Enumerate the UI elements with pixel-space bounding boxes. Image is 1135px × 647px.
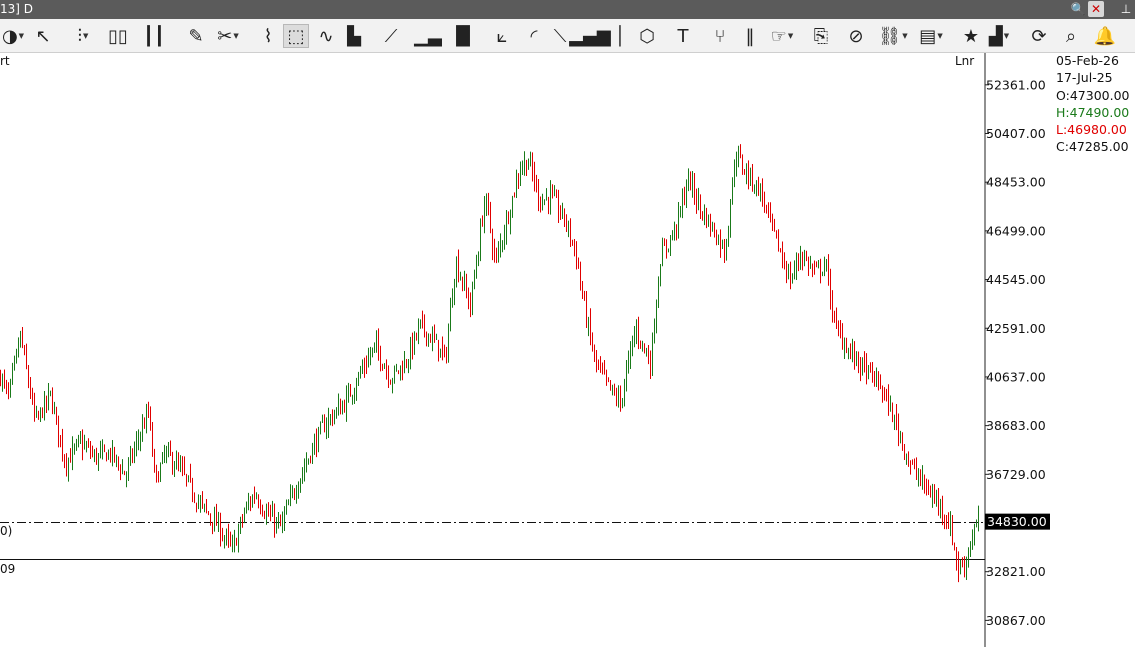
- y-tick-label: 46499.00: [986, 223, 1046, 238]
- measure-icon: ⟍: [553, 25, 567, 47]
- arc-icon: ◜: [530, 25, 538, 47]
- script-icon: ⎘: [813, 25, 829, 47]
- bars-icon: ▯▯: [108, 25, 128, 47]
- y-tick-label: 42591.00: [986, 321, 1046, 336]
- y-tick-label: 32821.00: [986, 564, 1046, 579]
- dropdown-caret-icon[interactable]: ▼: [937, 32, 942, 40]
- dropdown-caret-icon[interactable]: ▼: [83, 32, 88, 40]
- dropdown-caret-icon[interactable]: ▼: [902, 32, 907, 40]
- bar-chart-button[interactable]: ⫶ ▼: [70, 24, 96, 48]
- dropdown-caret-icon[interactable]: ▼: [19, 32, 24, 40]
- candle-button[interactable]: ┃┃: [141, 24, 167, 48]
- erase-button[interactable]: ⌇: [255, 24, 281, 48]
- volume-button[interactable]: ▁▃: [414, 24, 442, 48]
- ruler-icon: ✎: [188, 25, 204, 47]
- hand-button[interactable]: ☞ ▼: [769, 24, 795, 48]
- layout-icon: ▟: [988, 25, 1003, 47]
- cube-icon: ⬡: [639, 25, 655, 47]
- link-icon: ⛓: [878, 25, 902, 47]
- sync-button[interactable]: ⟳: [1026, 24, 1052, 48]
- fan-button[interactable]: ⟀: [489, 24, 515, 48]
- heikin-icon: ▐▌: [449, 25, 477, 47]
- y-tick-label: 52361.00: [986, 77, 1046, 92]
- fork-icon: ⑂: [714, 25, 726, 47]
- columns-button[interactable]: ‖: [737, 24, 763, 48]
- price-chart[interactable]: 52361.00 50407.00 48453.00 46499.00 44545.00…: [0, 53, 1135, 647]
- alert-icon: 🔔: [1093, 25, 1117, 47]
- dropdown-caret-icon[interactable]: ▼: [1004, 32, 1009, 40]
- bars-button[interactable]: ▯▯: [105, 24, 131, 48]
- y-tick-label: 36729.00: [986, 467, 1046, 482]
- histogram-button[interactable]: ▙: [341, 24, 367, 48]
- signal-button[interactable]: ▂▄▆: [569, 24, 611, 48]
- star-icon: ★: [962, 25, 980, 47]
- pin-icon[interactable]: ⊥: [1118, 1, 1134, 17]
- alert-button[interactable]: 🔔: [1092, 24, 1118, 48]
- y-tick-label: 44545.00: [986, 272, 1046, 287]
- crop-button[interactable]: ⬚: [283, 24, 309, 48]
- line-button[interactable]: ⟋: [378, 24, 404, 48]
- cursor-icon: ↖: [35, 25, 51, 47]
- link-button[interactable]: ⛓ ▼: [878, 24, 907, 48]
- columns-icon: ‖: [745, 25, 755, 47]
- erase-icon: ⌇: [263, 25, 273, 47]
- volume-icon: ▁▃: [414, 25, 442, 47]
- ruler-button[interactable]: ✎: [183, 24, 209, 48]
- cursor-button[interactable]: ↖: [30, 24, 56, 48]
- fork-button[interactable]: ⑂: [707, 24, 733, 48]
- y-tick-label: 40637.00: [986, 369, 1046, 384]
- book-button[interactable]: ▤ ▼: [918, 24, 944, 48]
- window-title: 13] D: [0, 2, 34, 16]
- layout-button[interactable]: ▟ ▼: [986, 24, 1012, 48]
- close-icon[interactable]: ✕: [1088, 1, 1104, 17]
- zoom-icon: ⌕: [1065, 25, 1077, 47]
- heikin-button[interactable]: ▐▌: [449, 24, 477, 48]
- remove-icon: ⊘: [848, 25, 864, 47]
- star-button[interactable]: ★: [958, 24, 984, 48]
- trend-icon: ∿: [318, 25, 334, 47]
- dropdown-caret-icon[interactable]: ▼: [233, 32, 238, 40]
- histogram-icon: ▙: [347, 25, 361, 47]
- trend-button[interactable]: ∿: [313, 24, 339, 48]
- cube-button[interactable]: ⬡: [634, 24, 660, 48]
- sync-icon: ⟳: [1031, 25, 1047, 47]
- book-icon: ▤: [919, 25, 937, 47]
- scissors-icon: ✂: [217, 25, 233, 47]
- chart-menu-button[interactable]: ◑ ▼: [0, 24, 26, 48]
- script-button[interactable]: ⎘: [808, 24, 834, 48]
- y-tick-label: 48453.00: [986, 175, 1046, 190]
- hand-icon: ☞: [770, 25, 787, 47]
- scissors-button[interactable]: ✂ ▼: [215, 24, 241, 48]
- bar-chart-icon: ⫶: [77, 25, 83, 47]
- cursor-line-icon: │: [614, 25, 626, 47]
- search-icon[interactable]: 🔍: [1070, 1, 1086, 17]
- fan-icon: ⟀: [496, 25, 508, 47]
- crop-icon: ⬚: [287, 25, 305, 47]
- signal-icon: ▂▄▆: [569, 25, 611, 47]
- chart-menu-icon: ◑: [1, 25, 18, 47]
- text-button[interactable]: T: [670, 24, 696, 48]
- remove-button[interactable]: ⊘: [843, 24, 869, 48]
- y-tick-label: 38683.00: [986, 418, 1046, 433]
- zoom-button[interactable]: ⌕: [1058, 24, 1084, 48]
- cursor-line-button[interactable]: │: [607, 24, 633, 48]
- arc-button[interactable]: ◜: [521, 24, 547, 48]
- toolbar: ◑ ▼ ↖ ⫶ ▼ ▯▯ ┃┃ ✎ ✂ ▼ ⌇ ⬚ ∿ ▙ ⟋ ▁▃ ▐▌ ⟀ ◜ ⟍ ▂▄▆ │ ⬡ T ⑂ ‖ ☞ ▼ ⎘ ⊘ ⛓ ▼ ▤ ▼…: [0, 19, 1135, 53]
- y-tick-label: 30867.00: [986, 613, 1046, 628]
- current-price-label: 34830.00: [987, 514, 1047, 529]
- text-icon: T: [677, 25, 689, 47]
- line-icon: ⟋: [384, 25, 398, 47]
- dropdown-caret-icon[interactable]: ▼: [788, 32, 793, 40]
- candle-icon: ┃┃: [143, 25, 165, 47]
- y-tick-label: 50407.00: [986, 126, 1046, 141]
- chart-area[interactable]: rt Lnr 0) 09 05-Feb-26 17-Jul-25 O:47300…: [0, 53, 1135, 647]
- title-bar: 13] D 🔍 ✕ ⊥: [0, 0, 1135, 19]
